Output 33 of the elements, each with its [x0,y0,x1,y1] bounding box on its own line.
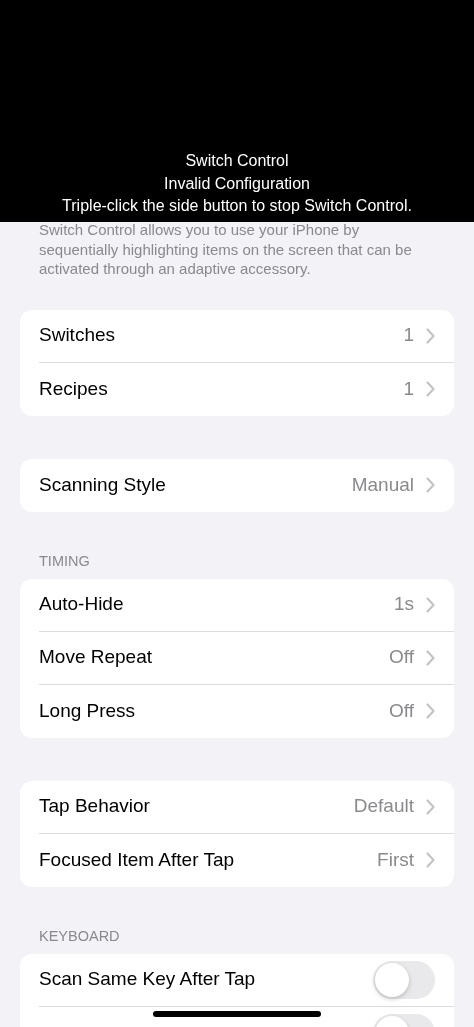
row-label[interactable]: Switches [39,321,116,350]
row-value: 1 [403,376,414,401]
home-indicator[interactable] [153,1011,321,1017]
row-value: 1s [393,592,414,617]
row-value: 1 [403,323,414,348]
row-label[interactable]: Move Repeat [39,643,152,672]
banner-text: Switch Control [184,151,290,171]
row-value: Off [389,698,414,723]
chevron-icon[interactable] [426,703,435,719]
row-value: First [377,847,414,872]
chevron-icon[interactable] [426,649,435,666]
toggle-switch[interactable] [373,960,435,999]
row-label[interactable]: Auto-Hide [39,590,124,619]
row-value: Manual [351,472,414,497]
row-label[interactable]: Tap Behavior [39,792,150,821]
banner-text: Invalid Configuration [163,173,311,194]
section-header: KEYBOARD [38,926,121,946]
chevron-icon[interactable] [426,327,435,344]
row-label[interactable]: Recipes [39,374,108,404]
section-header: TIMING [38,551,91,571]
row-label[interactable]: Long Press [39,696,136,726]
row-value: Default [353,794,414,819]
chevron-icon[interactable] [426,381,435,397]
chevron-icon[interactable] [426,477,435,493]
row-label[interactable]: Scanning Style [39,470,166,500]
banner-text: Triple-click the side button to stop Switch Control. [61,196,413,216]
chevron-icon[interactable] [426,798,435,815]
row-value: Off [389,645,414,670]
description-text: Switch Control allows you to use your iPhone by sequentially highlighting items on the screen that can be activated through an adaptive accessory. [38,220,413,279]
chevron-icon[interactable] [426,852,435,868]
chevron-icon[interactable] [426,596,435,613]
row-label[interactable]: Focused Item After Tap [39,845,235,875]
row-label[interactable]: Scan Same Key After Tap [39,965,256,994]
